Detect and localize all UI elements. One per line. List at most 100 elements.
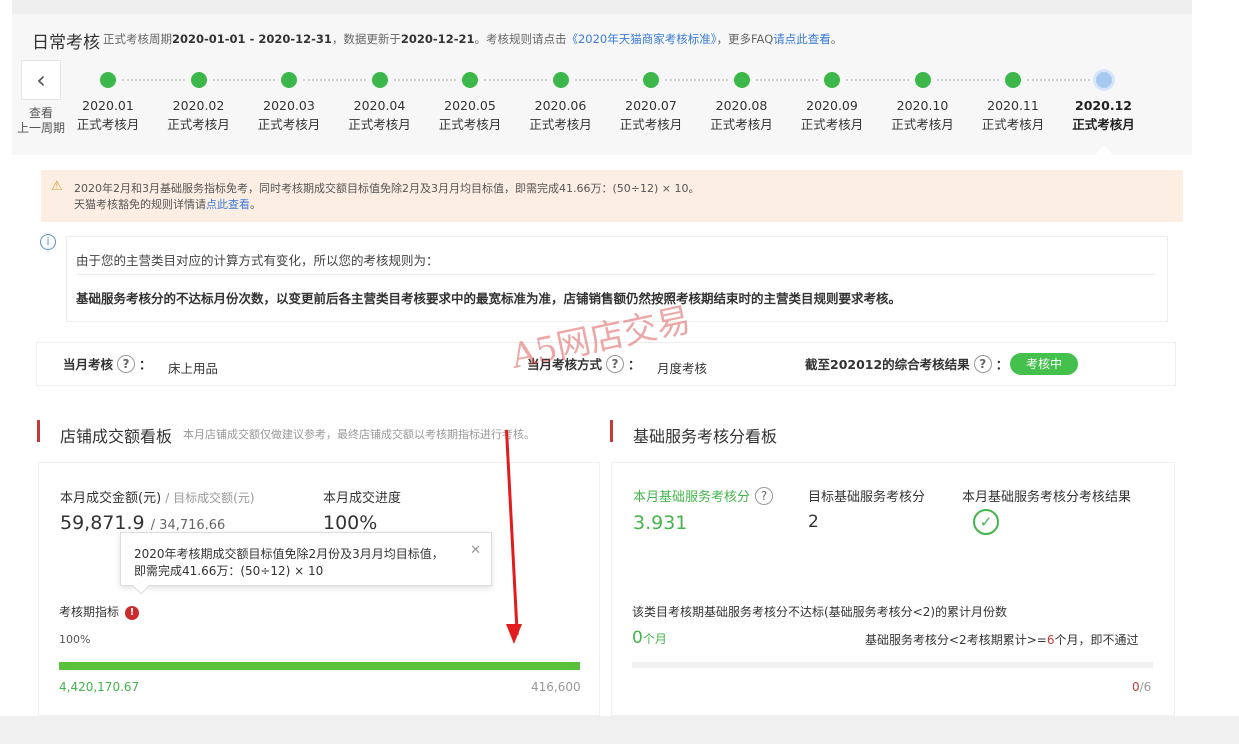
notice-line2: 天猫考核豁免的规则详情请点此查看。 (74, 196, 261, 212)
score-value: 3.931 (633, 512, 688, 534)
timeline-connector (665, 79, 728, 81)
timeline-dot[interactable] (462, 72, 478, 88)
rules-intro: 由于您的主营类目对应的计算方式有变化，所以您的考核规则为： (76, 253, 439, 268)
colon: ： (628, 357, 641, 372)
amount-label-text: 本月成交金额(元) (60, 491, 162, 506)
rule-suffix: 个月，即不通过 (1054, 633, 1139, 647)
timeline-dot[interactable] (643, 72, 659, 88)
annotation-arrow-head (506, 624, 522, 644)
help-icon[interactable]: ? (973, 354, 992, 373)
rules-divider (76, 274, 1156, 275)
faq-prefix: ，更多FAQ (716, 32, 774, 46)
month-status: 正式考核月 (438, 117, 502, 132)
rules-prefix: 。考核规则请点击 (474, 32, 567, 46)
timeline-dot[interactable] (1005, 72, 1021, 88)
progress-value: 100% (323, 512, 378, 534)
month-status: 正式考核月 (710, 117, 773, 132)
timeline-dot[interactable] (371, 72, 388, 88)
current-month-caret (1095, 146, 1113, 155)
help-icon[interactable]: ? (117, 354, 136, 373)
month-status: 正式考核月 (1072, 117, 1135, 132)
ratio-den: /6 (1139, 680, 1152, 694)
target-tooltip: 2020年考核期成交额目标值免除2月份及3月月均目标值， 即需完成41.66万：… (120, 532, 492, 595)
timeline-month[interactable]: 2020.09 正式考核月 (792, 96, 872, 134)
rules-detail: 基础服务考核分的不达标月份次数，以变更前后各主营类目考核要求中的最宽标准为准，店… (76, 291, 902, 306)
notice-line2-prefix: 天猫考核豁免的规则详情请 (74, 198, 206, 211)
timeline-dot[interactable] (281, 72, 297, 88)
bottom-band (0, 716, 1239, 744)
period-progress-fill (59, 662, 580, 670)
timeline-connector (303, 79, 366, 81)
period-info: 正式考核周期2020-01-01 - 2020-12-31，数据更新于2020-… (103, 31, 842, 47)
timeline-month[interactable]: 2020.02 正式考核月 (159, 96, 239, 134)
top-strip (12, 0, 1192, 14)
rule-prefix: 基础服务考核分<2考核期累计>= (865, 633, 1047, 647)
check-icon: ✓ (973, 509, 999, 535)
month-label: 2020.11 (987, 98, 1039, 113)
period-target: 416,600 (531, 680, 581, 694)
score-label-text: 本月基础服务考核分 (633, 490, 751, 505)
timeline-connector (1027, 79, 1090, 81)
month-label: 2020.07 (625, 98, 677, 113)
month-status: 正式考核月 (76, 117, 140, 132)
exemption-rules-link[interactable]: 点此查看 (206, 198, 250, 211)
timeline-connector (212, 79, 275, 81)
timeline-dot[interactable] (824, 72, 840, 88)
timeline-month[interactable]: 2020.06 正式考核月 (521, 96, 601, 134)
month-status: 正式考核月 (619, 117, 683, 132)
timeline-dot[interactable] (100, 72, 116, 88)
page: 日常考核 正式考核周期2020-01-01 - 2020-12-31，数据更新于… (0, 0, 1239, 744)
timeline-month[interactable]: 2020.12 正式考核月 (1064, 96, 1144, 134)
timeline-dot-current[interactable] (1095, 72, 1112, 88)
result-label: 截至202012的综合考核结果 (805, 357, 970, 372)
help-icon[interactable]: ? (755, 486, 774, 505)
alert-icon[interactable]: ! (125, 605, 140, 620)
exemption-notice: ⚠ 2020年2月和3月基础服务指标免考，同时考核期成交额目标值免除2月及3月月… (41, 170, 1183, 222)
month-label: 2020.04 (353, 98, 406, 113)
month-status: 正式考核月 (800, 117, 864, 132)
target-score-value: 2 (808, 512, 819, 532)
target-label-text: / 目标成交额(元) (165, 491, 255, 505)
timeline-month[interactable]: 2020.01 正式考核月 (68, 96, 148, 134)
fail-rule: 基础服务考核分<2考核期累计>=6个月，即不通过 (865, 631, 1138, 648)
period-prefix: 正式考核周期 (103, 32, 172, 46)
period-target-label: 考核期指标! (59, 603, 140, 620)
previous-period-label[interactable]: 查看 上一周期 (14, 106, 68, 136)
month-label: 2020.12 (1075, 98, 1132, 113)
warning-icon: ⚠ (51, 179, 63, 194)
period-actual: 4,420,170.67 (59, 680, 140, 694)
month-status: 正式考核月 (529, 117, 592, 132)
timeline-connector (936, 79, 999, 81)
timeline-dot[interactable] (190, 72, 207, 88)
previous-period-button[interactable]: ‹ (21, 60, 61, 100)
timeline-dot[interactable] (733, 72, 750, 88)
info-icon: i (40, 234, 56, 250)
month-label: 2020.02 (172, 98, 225, 113)
timeline-month[interactable]: 2020.05 正式考核月 (430, 96, 510, 134)
chevron-left-icon: ‹ (36, 66, 46, 94)
target-score-label: 目标基础服务考核分 (808, 490, 926, 505)
status-badge: 考核中 (1010, 353, 1078, 375)
timeline-month[interactable]: 2020.11 正式考核月 (973, 96, 1053, 134)
period-range: 2020-01-01 - 2020-12-31 (172, 32, 332, 46)
timeline-month[interactable]: 2020.07 正式考核月 (611, 96, 691, 134)
section-marker (610, 420, 613, 442)
timeline-month[interactable]: 2020.08 正式考核月 (702, 96, 782, 134)
period-target-text: 考核期指标 (59, 605, 120, 619)
timeline-month[interactable]: 2020.10 正式考核月 (883, 96, 963, 134)
sales-board-title: 店铺成交额看板 (60, 427, 173, 446)
month-label: 2020.09 (806, 98, 858, 113)
timeline-dot[interactable] (914, 72, 931, 88)
timeline-dot[interactable] (552, 72, 569, 88)
score-label: 本月基础服务考核分? (633, 486, 774, 505)
timeline-month[interactable]: 2020.03 正式考核月 (249, 96, 329, 134)
timeline-month[interactable]: 2020.04 正式考核月 (340, 96, 420, 134)
rules-link[interactable]: 《2020年天猫商家考核标准》 (566, 32, 716, 46)
faq-link[interactable]: 请点此查看 (773, 32, 831, 46)
amount-label: 本月成交金额(元) / 目标成交额(元) (60, 487, 255, 506)
score-result-label: 本月基础服务考核分考核结果 (962, 490, 1132, 505)
notice-line1: 2020年2月和3月基础服务指标免考，同时考核期成交额目标值免除2月及3月月均目… (74, 182, 700, 195)
right-gutter (1192, 0, 1239, 744)
close-icon[interactable]: ✕ (470, 543, 481, 558)
month-status: 正式考核月 (348, 117, 411, 132)
